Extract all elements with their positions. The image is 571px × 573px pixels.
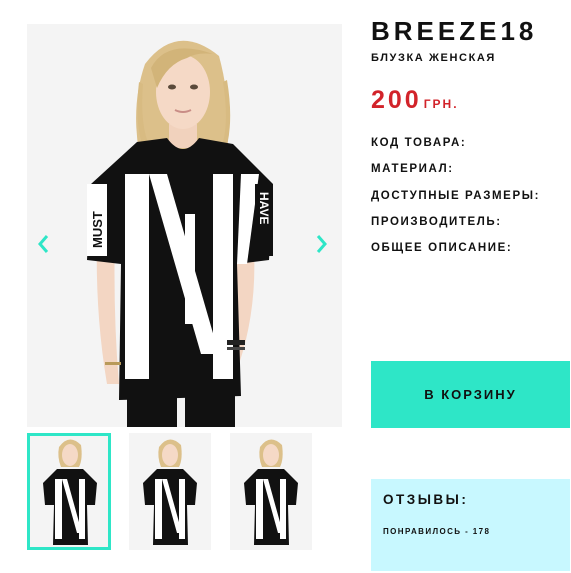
thumbnail-image xyxy=(244,439,298,545)
add-to-cart-button[interactable]: В КОРЗИНУ xyxy=(371,361,570,428)
gallery-thumbnail-2[interactable] xyxy=(129,433,211,550)
product-main-photo: MUST HAVE xyxy=(27,24,342,427)
spec-sizes-label: ДОСТУПНЫЕ РАЗМЕРЫ: xyxy=(371,190,541,202)
spec-description-label: ОБЩЕЕ ОПИСАНИЕ: xyxy=(371,242,513,254)
product-price: 200 ГРН. xyxy=(371,86,459,115)
gallery-thumbnail-3[interactable] xyxy=(230,433,312,550)
product-title: BREEZE18 xyxy=(371,16,538,46)
chevron-right-icon xyxy=(316,235,327,253)
gallery-next-button[interactable] xyxy=(313,232,331,256)
chevron-left-icon xyxy=(38,235,49,253)
thumbnail-image xyxy=(43,439,97,545)
spec-manufacturer-label: ПРОИЗВОДИТЕЛЬ: xyxy=(371,216,502,228)
product-category: БЛУЗКА ЖЕНСКАЯ xyxy=(371,52,496,64)
price-currency: ГРН. xyxy=(423,97,459,111)
thumbnail-image xyxy=(143,439,197,545)
reviews-title: ОТЗЫВЫ: xyxy=(383,492,469,507)
right-sleeve-text: HAVE xyxy=(257,192,271,224)
left-sleeve-text: MUST xyxy=(90,211,105,248)
spec-material-label: МАТЕРИАЛ: xyxy=(371,163,454,175)
price-value: 200 xyxy=(371,86,422,114)
reviews-likes-count: ПОНРАВИЛОСЬ - 178 xyxy=(383,527,491,536)
model-illustration: MUST HAVE xyxy=(87,40,273,427)
spec-sku-label: КОД ТОВАРА: xyxy=(371,137,467,149)
gallery-thumbnail-1[interactable] xyxy=(27,433,111,550)
gallery-prev-button[interactable] xyxy=(34,232,52,256)
reviews-panel: ОТЗЫВЫ: ПОНРАВИЛОСЬ - 178 xyxy=(371,479,570,571)
